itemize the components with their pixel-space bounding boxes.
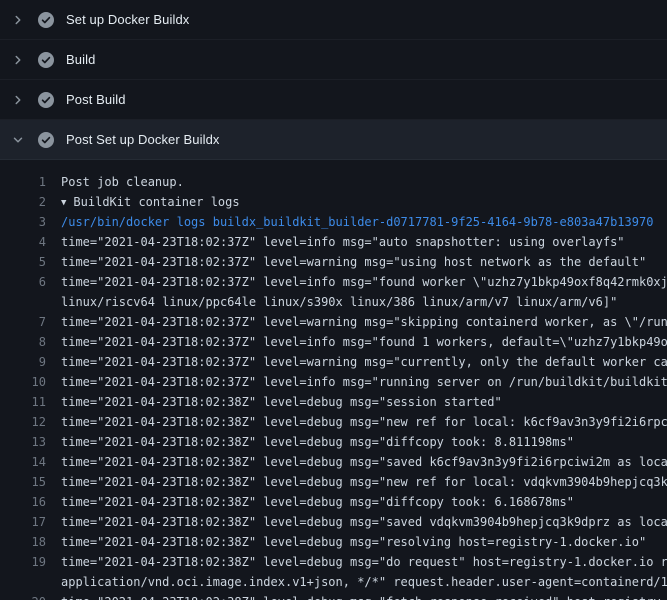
step-header-post-build[interactable]: Post Build <box>0 80 667 120</box>
line-number[interactable]: 11 <box>0 392 46 412</box>
check-circle-icon <box>38 132 54 148</box>
log-line-continuation: application/vnd.oci.image.index.v1+json,… <box>0 572 667 592</box>
line-number <box>0 572 46 592</box>
log-line: 9time="2021-04-23T18:02:37Z" level=warni… <box>0 352 667 372</box>
chevron-down-icon <box>10 132 26 148</box>
line-number[interactable]: 5 <box>0 252 46 272</box>
line-number[interactable]: 16 <box>0 492 46 512</box>
log-text: ▼BuildKit container logs <box>46 192 240 212</box>
line-number[interactable]: 12 <box>0 412 46 432</box>
steps-list: Set up Docker Buildx Build Post Build Post … <box>0 0 667 160</box>
log-text: time="2021-04-23T18:02:38Z" level=debug … <box>46 512 667 532</box>
line-number[interactable]: 18 <box>0 532 46 552</box>
check-circle-icon <box>38 52 54 68</box>
step-header-post-set-up-docker-buildx[interactable]: Post Set up Docker Buildx <box>0 120 667 160</box>
step-label: Post Set up Docker Buildx <box>66 132 220 147</box>
log-text: time="2021-04-23T18:02:38Z" level=debug … <box>46 392 502 412</box>
log-text: time="2021-04-23T18:02:38Z" level=debug … <box>46 452 667 472</box>
log-line: 12time="2021-04-23T18:02:38Z" level=debu… <box>0 412 667 432</box>
line-number[interactable]: 3 <box>0 212 46 232</box>
log-line: 17time="2021-04-23T18:02:38Z" level=debu… <box>0 512 667 532</box>
log-line: 6time="2021-04-23T18:02:37Z" level=info … <box>0 272 667 292</box>
line-number[interactable]: 19 <box>0 552 46 572</box>
log-line: 3/usr/bin/docker logs buildx_buildkit_bu… <box>0 212 667 232</box>
line-number[interactable]: 15 <box>0 472 46 492</box>
log-line: 4time="2021-04-23T18:02:37Z" level=info … <box>0 232 667 252</box>
chevron-right-icon <box>10 12 26 28</box>
log-text: time="2021-04-23T18:02:37Z" level=info m… <box>46 332 667 352</box>
log-text: time="2021-04-23T18:02:38Z" level=debug … <box>46 412 667 432</box>
log-text: time="2021-04-23T18:02:38Z" level=debug … <box>46 432 574 452</box>
step-label: Post Build <box>66 92 126 107</box>
log-text: time="2021-04-23T18:02:38Z" level=debug … <box>46 532 646 552</box>
chevron-right-icon <box>10 52 26 68</box>
log-text: time="2021-04-23T18:02:37Z" level=info m… <box>46 232 625 252</box>
log-group-toggle-icon[interactable]: ▼ <box>61 193 66 212</box>
line-number[interactable]: 7 <box>0 312 46 332</box>
line-number[interactable]: 1 <box>0 172 46 192</box>
log-line: 7time="2021-04-23T18:02:37Z" level=warni… <box>0 312 667 332</box>
log-line: 10time="2021-04-23T18:02:37Z" level=info… <box>0 372 667 392</box>
log-text: time="2021-04-23T18:02:38Z" level=debug … <box>46 492 574 512</box>
step-label: Build <box>66 52 95 67</box>
line-number <box>0 292 46 312</box>
line-number[interactable]: 8 <box>0 332 46 352</box>
log-line: 19time="2021-04-23T18:02:38Z" level=debu… <box>0 552 667 572</box>
step-label: Set up Docker Buildx <box>66 12 189 27</box>
check-circle-icon <box>38 92 54 108</box>
log-line: 11time="2021-04-23T18:02:38Z" level=debu… <box>0 392 667 412</box>
line-number[interactable]: 13 <box>0 432 46 452</box>
log-text: time="2021-04-23T18:02:37Z" level=warnin… <box>46 252 646 272</box>
log-line: 2▼BuildKit container logs <box>0 192 667 212</box>
check-circle-icon <box>38 12 54 28</box>
log-line: 13time="2021-04-23T18:02:38Z" level=debu… <box>0 432 667 452</box>
log-text: time="2021-04-23T18:02:37Z" level=info m… <box>46 272 667 292</box>
log-output: 1Post job cleanup.2▼BuildKit container l… <box>0 160 667 600</box>
step-header-build[interactable]: Build <box>0 40 667 80</box>
workflow-log-viewer: Set up Docker Buildx Build Post Build Post … <box>0 0 667 600</box>
log-line: 1Post job cleanup. <box>0 172 667 192</box>
log-line: 16time="2021-04-23T18:02:38Z" level=debu… <box>0 492 667 512</box>
step-header-set-up-docker-buildx[interactable]: Set up Docker Buildx <box>0 0 667 40</box>
line-number[interactable]: 14 <box>0 452 46 472</box>
line-number[interactable]: 2 <box>0 192 46 212</box>
log-line: 5time="2021-04-23T18:02:37Z" level=warni… <box>0 252 667 272</box>
line-number[interactable]: 4 <box>0 232 46 252</box>
log-text: time="2021-04-23T18:02:38Z" level=debug … <box>46 592 661 600</box>
log-line: 18time="2021-04-23T18:02:38Z" level=debu… <box>0 532 667 552</box>
line-number[interactable]: 9 <box>0 352 46 372</box>
log-text: time="2021-04-23T18:02:37Z" level=warnin… <box>46 312 667 332</box>
log-text: time="2021-04-23T18:02:37Z" level=info m… <box>46 372 667 392</box>
log-line: 20time="2021-04-23T18:02:38Z" level=debu… <box>0 592 667 600</box>
log-command-text: /usr/bin/docker logs buildx_buildkit_bui… <box>46 212 653 232</box>
line-number[interactable]: 20 <box>0 592 46 600</box>
chevron-right-icon <box>10 92 26 108</box>
log-line-continuation: linux/riscv64 linux/ppc64le linux/s390x … <box>0 292 667 312</box>
log-text: application/vnd.oci.image.index.v1+json,… <box>46 572 667 592</box>
log-text: time="2021-04-23T18:02:38Z" level=debug … <box>46 552 667 572</box>
log-text: linux/riscv64 linux/ppc64le linux/s390x … <box>46 292 617 312</box>
line-number[interactable]: 17 <box>0 512 46 532</box>
log-text: time="2021-04-23T18:02:38Z" level=debug … <box>46 472 667 492</box>
line-number[interactable]: 6 <box>0 272 46 292</box>
log-line: 14time="2021-04-23T18:02:38Z" level=debu… <box>0 452 667 472</box>
log-line: 15time="2021-04-23T18:02:38Z" level=debu… <box>0 472 667 492</box>
log-text: Post job cleanup. <box>46 172 184 192</box>
line-number[interactable]: 10 <box>0 372 46 392</box>
log-text: time="2021-04-23T18:02:37Z" level=warnin… <box>46 352 667 372</box>
log-line: 8time="2021-04-23T18:02:37Z" level=info … <box>0 332 667 352</box>
